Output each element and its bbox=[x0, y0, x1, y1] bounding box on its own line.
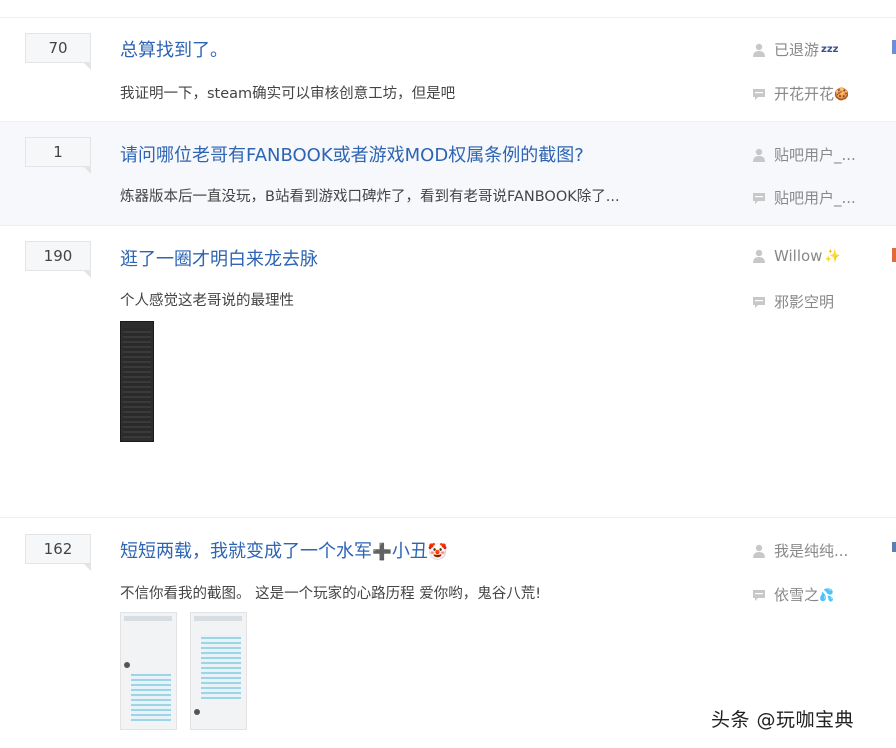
thread-title-link[interactable]: 总算找到了。 bbox=[120, 36, 228, 62]
thumbnail-avatar bbox=[124, 662, 130, 668]
thread-item: 1 请问哪位老哥有FANBOOK或者游戏MOD权属条例的截图? 炼器版本后一直没… bbox=[0, 122, 896, 226]
user-icon bbox=[753, 43, 765, 57]
thumbnail-texture bbox=[123, 328, 151, 438]
reply-bubble-icon bbox=[753, 589, 765, 601]
thread-title-link[interactable]: 逛了一圈才明白来龙去脉 bbox=[120, 245, 318, 271]
reply-count-badge: 162 bbox=[25, 534, 91, 571]
thread-image-thumbnail[interactable] bbox=[120, 612, 177, 730]
reply-count-badge: 190 bbox=[25, 241, 91, 278]
user-icon bbox=[753, 544, 765, 558]
last-reply-name: 依雪之 bbox=[774, 586, 820, 604]
last-reply-badge: 💦 bbox=[819, 587, 834, 602]
thread-last-reply[interactable]: 邪影空明 bbox=[752, 291, 834, 312]
thread-abstract: 不信你看我的截图。 这是一个玩家的心路历程 爱你哟，鬼谷八荒! bbox=[120, 586, 542, 602]
thumbnail-avatar bbox=[194, 709, 200, 715]
thread-author[interactable]: 我是纯纯... bbox=[752, 540, 848, 561]
watermark-text: 头条 @玩咖宝典 bbox=[711, 709, 855, 731]
thumbnail-text-block bbox=[131, 673, 171, 721]
thread-title-text: 短短两载，我就变成了一个水军 bbox=[120, 541, 372, 562]
author-name: 我是纯纯... bbox=[774, 542, 849, 560]
thread-last-reply[interactable]: 开花开花 🍪 bbox=[752, 83, 849, 104]
edge-badge-icon bbox=[892, 40, 896, 54]
last-reply-name: 贴吧用户_... bbox=[774, 189, 856, 207]
thread-abstract: 个人感觉这老哥说的最理性 bbox=[120, 293, 294, 309]
thread-image-thumbnail[interactable] bbox=[120, 321, 154, 442]
author-name: 已退游 bbox=[774, 41, 820, 59]
user-icon bbox=[753, 148, 765, 162]
thread-last-reply[interactable]: 依雪之 💦 bbox=[752, 584, 834, 605]
last-reply-name: 邪影空明 bbox=[774, 293, 835, 311]
reply-bubble-icon bbox=[753, 192, 765, 204]
reply-bubble-icon bbox=[753, 88, 765, 100]
thread-image-thumbnail[interactable] bbox=[190, 612, 247, 730]
thumbnail-header bbox=[124, 616, 172, 621]
reply-count-badge: 1 bbox=[25, 137, 91, 174]
thread-abstract: 我证明一下，steam确实可以审核创意工坊，但是吧 bbox=[120, 86, 456, 102]
thread-item: 190 逛了一圈才明白来龙去脉 个人感觉这老哥说的最理性 Willow ✨ 邪影… bbox=[0, 226, 896, 518]
author-badge: ✨ bbox=[824, 248, 841, 264]
reply-bubble-icon bbox=[753, 296, 765, 308]
edge-badge-icon bbox=[892, 248, 896, 262]
thread-author[interactable]: Willow ✨ bbox=[752, 247, 841, 265]
clown-emoji-icon: 🤡 bbox=[427, 542, 448, 561]
author-name: Willow bbox=[774, 247, 823, 265]
reply-count-badge: 70 bbox=[25, 33, 91, 70]
thumbnail-text-block bbox=[201, 635, 241, 699]
user-icon bbox=[753, 249, 765, 263]
last-reply-name: 开花开花 bbox=[774, 85, 835, 103]
thread-author[interactable]: 贴吧用户_... bbox=[752, 144, 856, 165]
last-reply-badge: 🍪 bbox=[834, 86, 849, 101]
thread-abstract: 炼器版本后一直没玩，B站看到游戏口碑炸了，看到有老哥说FANBOOK除了... bbox=[120, 189, 620, 205]
plus-emoji-icon: ➕ bbox=[372, 542, 392, 561]
author-name: 贴吧用户_... bbox=[774, 146, 856, 164]
thread-title-link[interactable]: 请问哪位老哥有FANBOOK或者游戏MOD权属条例的截图? bbox=[120, 141, 584, 167]
author-badge: zzz bbox=[821, 44, 839, 55]
thread-title-tail: 小丑 bbox=[391, 541, 428, 562]
thread-author[interactable]: 已退游 zzz bbox=[752, 39, 838, 60]
thread-last-reply[interactable]: 贴吧用户_... bbox=[752, 187, 856, 208]
thread-title-link[interactable]: 短短两载，我就变成了一个水军➕小丑🤡 bbox=[120, 537, 448, 563]
thread-item: 70 总算找到了。 我证明一下，steam确实可以审核创意工坊，但是吧 已退游 … bbox=[0, 18, 896, 122]
thumbnail-header bbox=[194, 616, 242, 621]
edge-badge-icon bbox=[892, 542, 896, 552]
